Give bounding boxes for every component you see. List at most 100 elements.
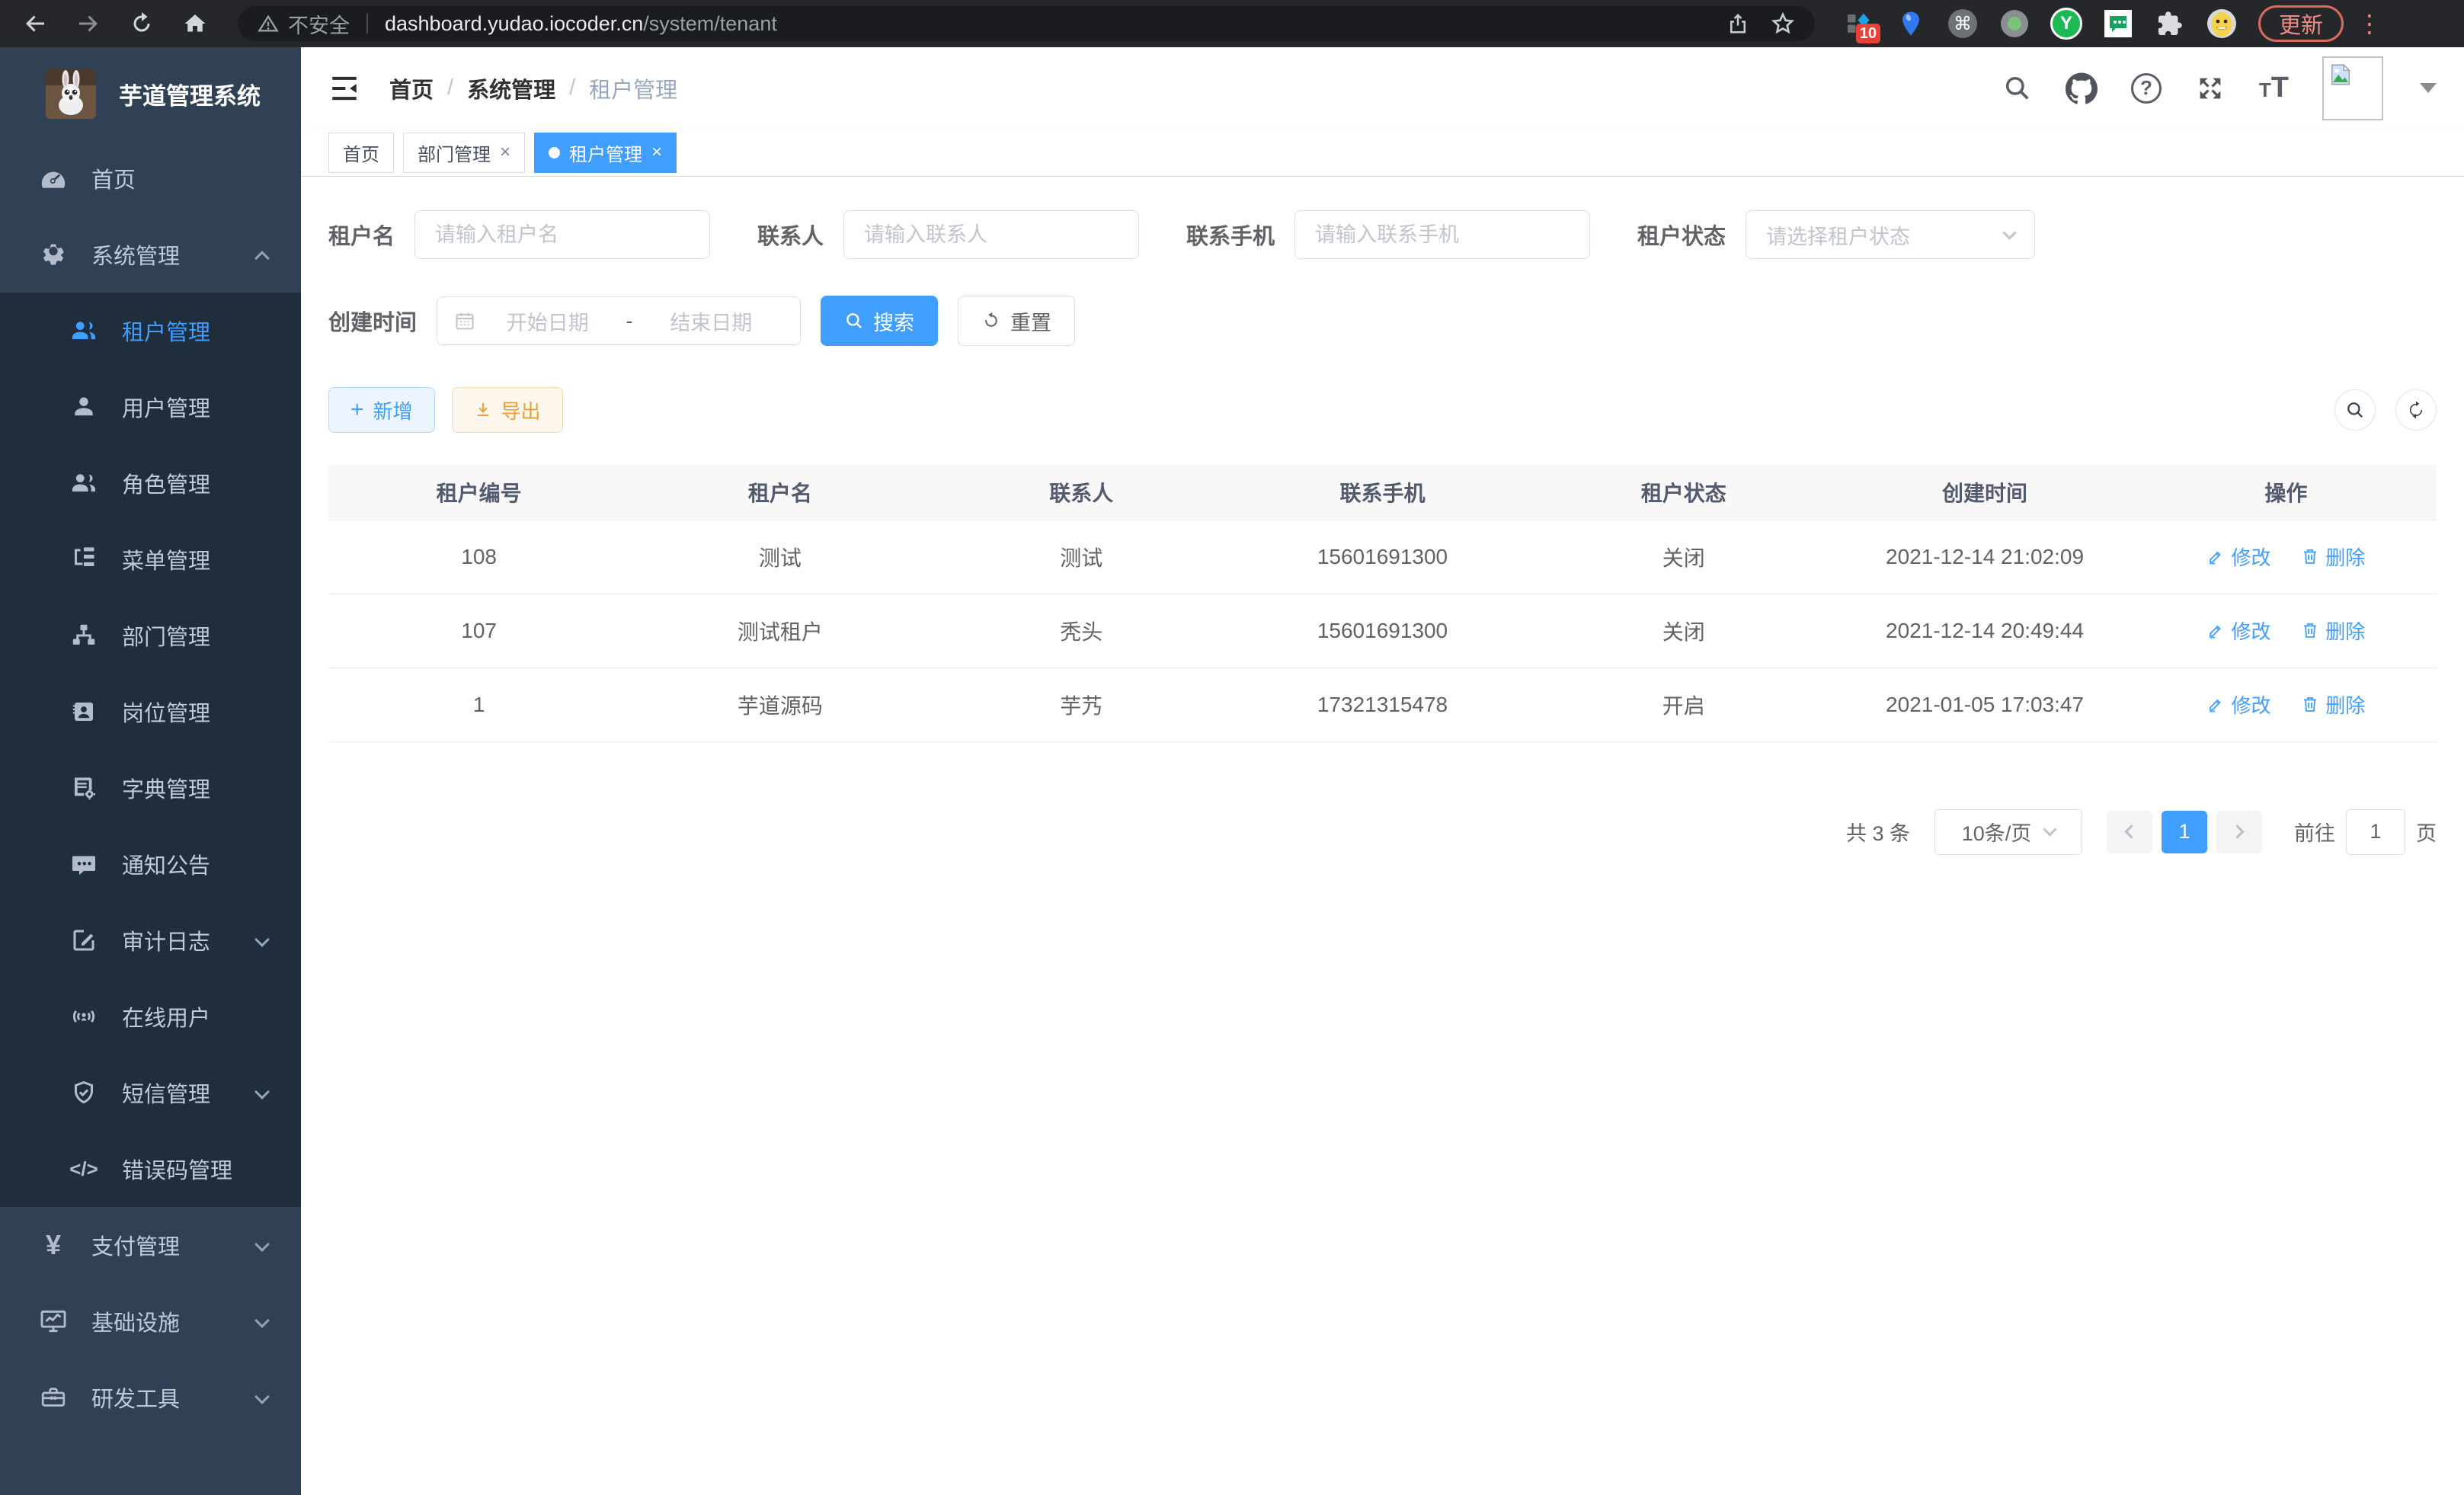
pagination-total: 共 3 条 [1846, 817, 1910, 847]
next-page-button[interactable] [2216, 811, 2262, 853]
github-icon[interactable] [2066, 72, 2098, 104]
sidebar-item-online-users[interactable]: 在线用户 [0, 978, 301, 1055]
tab-home[interactable]: 首页 [328, 133, 394, 173]
status-select[interactable]: 请选择租户状态 [1746, 210, 2035, 259]
sidebar-item-label: 研发工具 [91, 1381, 180, 1413]
extension-y-icon[interactable]: Y [2050, 7, 2083, 40]
extension-chat-icon[interactable] [2101, 7, 2135, 40]
sidebar-collapse-icon[interactable] [328, 72, 360, 104]
mobile-input[interactable] [1294, 210, 1590, 259]
sidebar-item-devtools[interactable]: 研发工具 [0, 1359, 301, 1436]
col-tenant-id: 租户编号 [328, 465, 629, 520]
delete-button[interactable]: 删除 [2301, 543, 2365, 571]
export-button[interactable]: 导出 [452, 387, 563, 433]
edit-button[interactable]: 修改 [2206, 543, 2270, 571]
search-button[interactable]: 搜索 [821, 296, 938, 346]
sidebar-item-infra[interactable]: 基础设施 [0, 1283, 301, 1359]
delete-button[interactable]: 删除 [2301, 690, 2365, 719]
help-icon[interactable]: ? [2131, 73, 2162, 104]
sidebar-logo[interactable]: 芋道管理系统 [0, 47, 301, 140]
tab-tenant[interactable]: 租户管理 × [534, 133, 677, 173]
sidebar-item-payment[interactable]: ¥ 支付管理 [0, 1207, 301, 1283]
yen-icon: ¥ [37, 1229, 70, 1261]
extension-pin-icon[interactable] [1894, 7, 1928, 40]
chevron-right-icon [2230, 824, 2244, 838]
sidebar-item-home[interactable]: 首页 [0, 140, 301, 216]
edit-button[interactable]: 修改 [2206, 616, 2270, 645]
share-icon[interactable] [1726, 12, 1749, 35]
sidebar-item-post[interactable]: 岗位管理 [0, 674, 301, 750]
tenant-name-input[interactable] [414, 210, 710, 259]
browser-home-icon[interactable] [180, 8, 210, 39]
extension-puzzle-icon[interactable] [2153, 7, 2187, 40]
col-contact: 联系人 [931, 465, 1232, 520]
browser-back-icon[interactable] [20, 8, 50, 39]
sidebar-item-menu[interactable]: 菜单管理 [0, 521, 301, 597]
avatar-dropdown-caret-icon[interactable] [2420, 83, 2437, 93]
sidebar-item-audit-log[interactable]: 审计日志 [0, 902, 301, 978]
create-time-range-picker[interactable]: 开始日期 - 结束日期 [437, 296, 801, 345]
sidebar-item-user[interactable]: 用户管理 [0, 369, 301, 445]
sidebar-item-error-code[interactable]: </> 错误码管理 [0, 1131, 301, 1207]
bookmark-star-icon[interactable] [1771, 11, 1795, 36]
chevron-down-icon [254, 1389, 270, 1404]
extension-command-icon[interactable]: ⌘ [1946, 7, 1979, 40]
address-separator [366, 14, 368, 34]
tab-close-icon[interactable]: × [651, 142, 662, 163]
browser-forward-icon[interactable] [73, 8, 104, 39]
col-status: 租户状态 [1533, 465, 1834, 520]
cell-contact: 秃头 [931, 594, 1232, 667]
page-size-select[interactable]: 10条/页 [1934, 809, 2082, 855]
extension-sketch-icon[interactable]: 10 [1842, 7, 1876, 40]
edit-button[interactable]: 修改 [2206, 690, 2270, 719]
sidebar-item-sms[interactable]: 短信管理 [0, 1055, 301, 1131]
font-size-icon[interactable]: TT [2259, 72, 2289, 104]
reset-button[interactable]: 重置 [958, 296, 1075, 346]
sidebar-item-tenant[interactable]: 租户管理 [0, 293, 301, 369]
address-bar[interactable]: 不安全 dashboard.yudao.iocoder.cn/system/te… [238, 6, 1815, 41]
dictionary-icon [67, 774, 101, 802]
goto-page-input[interactable] [2346, 809, 2405, 855]
status-label: 租户状态 [1637, 219, 1726, 251]
cell-status: 关闭 [1533, 520, 1834, 594]
page-number-1[interactable]: 1 [2162, 811, 2207, 853]
tab-close-icon[interactable]: × [500, 142, 510, 163]
start-date-placeholder: 开始日期 [475, 306, 620, 336]
add-button[interactable]: + 新增 [328, 387, 435, 433]
toggle-search-button[interactable] [2334, 389, 2376, 431]
tenant-name-label: 租户名 [328, 219, 395, 251]
cell-tenant-id: 1 [328, 667, 629, 741]
browser-update-button[interactable]: 更新 [2258, 5, 2344, 42]
delete-button[interactable]: 删除 [2301, 616, 2365, 645]
breadcrumb-system[interactable]: 系统管理 [467, 72, 555, 104]
sidebar-item-system[interactable]: 系统管理 [0, 216, 301, 293]
sidebar-item-role[interactable]: 角色管理 [0, 445, 301, 521]
cell-status: 开启 [1533, 667, 1834, 741]
browser-menu-icon[interactable]: ⋮ [2357, 9, 2382, 38]
security-label[interactable]: 不安全 [288, 9, 350, 39]
extension-record-icon[interactable] [1998, 7, 2031, 40]
table-row: 1 芋道源码 芋艿 17321315478 开启 2021-01-05 17:0… [328, 667, 2437, 741]
extension-avatar-emoji-icon[interactable] [2205, 7, 2238, 40]
fullscreen-icon[interactable] [2195, 73, 2226, 104]
contact-input[interactable] [843, 210, 1139, 259]
sidebar-item-notice[interactable]: 通知公告 [0, 826, 301, 902]
breadcrumb-home[interactable]: 首页 [389, 72, 434, 104]
tab-dept[interactable]: 部门管理 × [403, 133, 525, 173]
status-select-placeholder: 请选择租户状态 [1766, 220, 1910, 250]
browser-reload-icon[interactable] [126, 8, 157, 39]
header-search-icon[interactable] [2003, 74, 2032, 103]
prev-page-button[interactable] [2107, 811, 2152, 853]
message-icon [67, 850, 101, 878]
chevron-down-icon [254, 932, 270, 947]
avatar[interactable] [2322, 56, 2383, 120]
url-path: /system/tenant [643, 12, 777, 36]
search-icon [2345, 400, 2365, 420]
refresh-table-button[interactable] [2395, 389, 2437, 431]
sidebar-item-dict[interactable]: 字典管理 [0, 750, 301, 826]
cell-tenant-id: 107 [328, 594, 629, 667]
cell-tenant-name: 芋道源码 [629, 667, 930, 741]
sidebar-item-dept[interactable]: 部门管理 [0, 597, 301, 674]
chevron-down-icon [254, 1313, 270, 1328]
col-mobile: 联系手机 [1232, 465, 1533, 520]
